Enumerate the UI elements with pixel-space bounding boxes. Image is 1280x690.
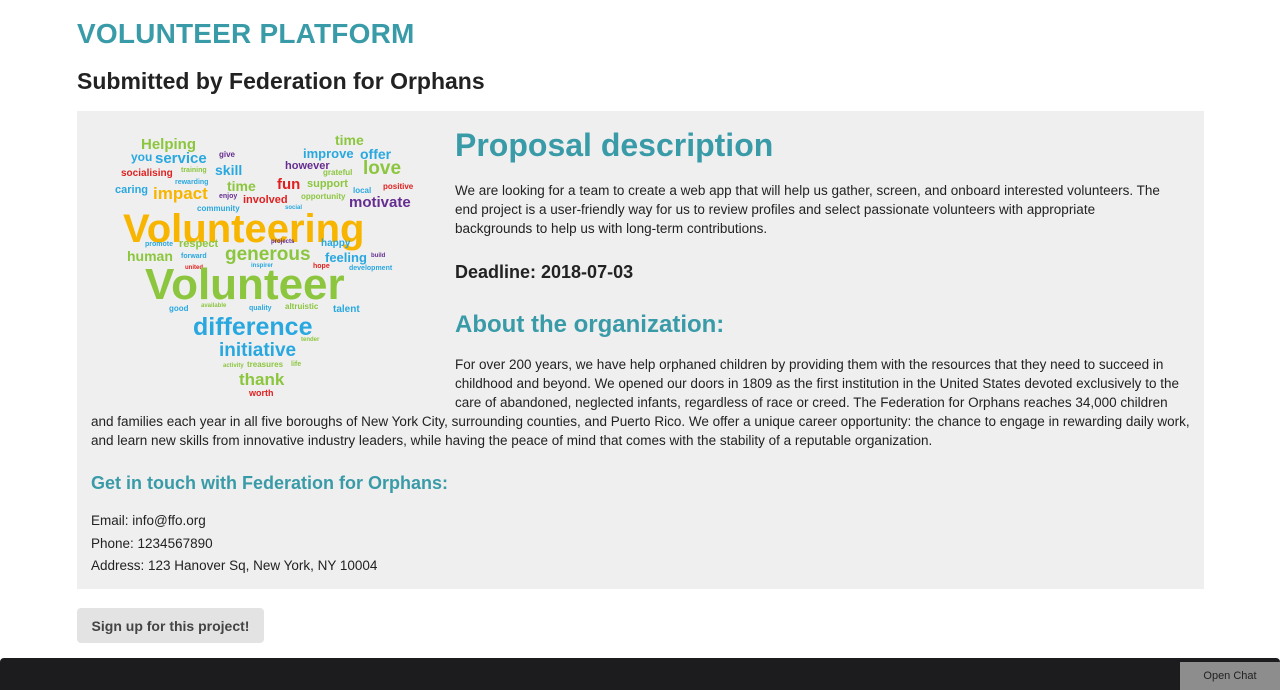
contact-address: Address: 123 Hanover Sq, New York, NY 10… <box>91 558 378 573</box>
contact-phone: Phone: 1234567890 <box>91 536 213 551</box>
contact-email: Email: info@ffo.org <box>91 513 206 528</box>
submitted-by-heading: Submitted by Federation for Orphans <box>77 68 485 94</box>
proposal-description: We are looking for a team to create a we… <box>455 183 1160 236</box>
deadline: Deadline: 2018-07-03 <box>455 262 634 282</box>
chat-footer-bar: Open Chat <box>0 658 1280 690</box>
about-heading: About the organization: <box>455 311 725 338</box>
proposal-heading: Proposal description <box>455 127 774 163</box>
project-panel: Helping time you service give improve of… <box>77 111 1204 589</box>
image-wrap-spacer <box>91 355 455 412</box>
signup-button[interactable]: Sign up for this project! <box>77 608 264 643</box>
open-chat-button[interactable]: Open Chat <box>1180 662 1280 690</box>
site-title: VOLUNTEER PLATFORM <box>77 18 415 49</box>
contact-heading: Get in touch with Federation for Orphans… <box>91 473 449 493</box>
about-description-block: For over 200 years, we have help orphane… <box>91 355 1191 450</box>
